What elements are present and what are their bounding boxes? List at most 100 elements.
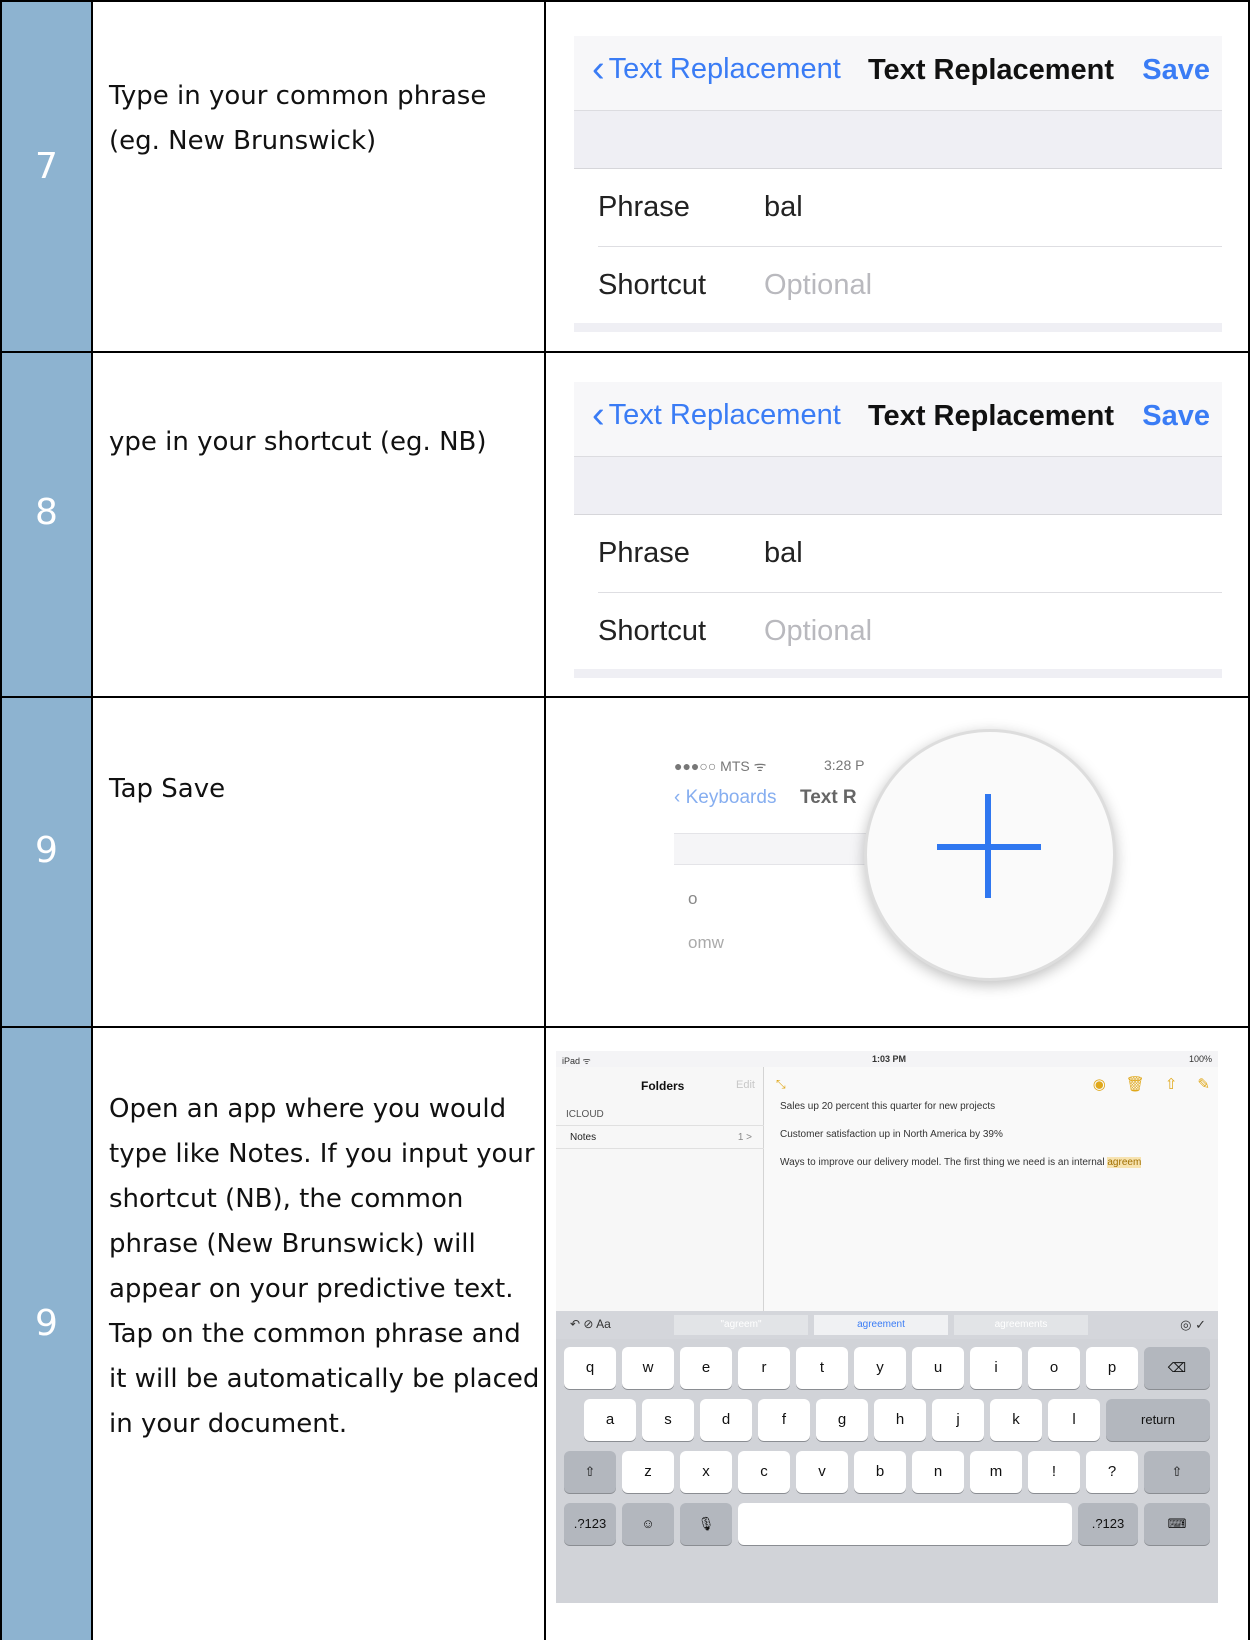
save-button[interactable]: Save xyxy=(1142,400,1210,433)
shift-key[interactable]: ⇧ xyxy=(1144,1451,1210,1493)
numbers-key[interactable]: .?123 xyxy=(1078,1503,1138,1545)
key[interactable]: ! xyxy=(1028,1451,1080,1493)
note-line: Ways to improve our delivery model. The … xyxy=(780,1157,1142,1168)
section-gap xyxy=(574,456,1222,514)
ipad-notes-screen: iPad ᯤ 1:03 PM 100% Folders Edit ICLOUD … xyxy=(556,1051,1218,1603)
add-people-icon[interactable]: ◉ xyxy=(1093,1075,1106,1093)
note-editor[interactable]: ⤡ ◉ 🗑 ⇧ ✎ Sales up 20 percent this quart… xyxy=(764,1067,1218,1311)
delete-key[interactable]: ⌫ xyxy=(1144,1347,1210,1389)
trash-icon[interactable]: 🗑 xyxy=(1126,1075,1145,1093)
phrase-row[interactable]: Phrase bal xyxy=(574,169,1222,246)
shortcut-row[interactable]: Shortcut Optional xyxy=(598,592,1222,669)
section-footer xyxy=(574,669,1222,678)
status-device: iPad ᯤ xyxy=(562,1056,591,1066)
key[interactable]: n xyxy=(912,1451,964,1493)
edit-button[interactable]: Edit xyxy=(736,1079,755,1091)
phrase-label: Phrase xyxy=(598,537,690,569)
back-label: Text Replacement xyxy=(608,398,841,431)
key[interactable]: m xyxy=(970,1451,1022,1493)
key[interactable]: a xyxy=(584,1399,636,1441)
table-row: 7 Type in your common phrase (eg. New Br… xyxy=(0,0,1250,352)
camera-icon[interactable]: ◎ ✓ xyxy=(1180,1317,1206,1333)
key[interactable]: g xyxy=(816,1399,868,1441)
share-icon[interactable]: ⇧ xyxy=(1165,1075,1178,1093)
screenshot-cell: ●●●○○ MTS ᯤ 3:28 P ‹ Keyboards Text R o … xyxy=(546,697,1250,1027)
key[interactable]: ? xyxy=(1086,1451,1138,1493)
sidebar-item-label: Notes xyxy=(570,1132,597,1143)
table-border xyxy=(0,0,1250,2)
return-key[interactable]: return xyxy=(1106,1399,1210,1441)
sidebar-title: Folders xyxy=(641,1079,685,1093)
instruction-cell: Open an app where you would type like No… xyxy=(93,1027,546,1640)
suggestion-item[interactable]: "agreem" xyxy=(674,1315,808,1335)
key[interactable]: b xyxy=(854,1451,906,1493)
collapse-icon[interactable]: ⤡ xyxy=(776,1077,786,1092)
suggestion-item[interactable]: agreement xyxy=(814,1315,948,1335)
instruction-line: ype in your shortcut (eg. NB) xyxy=(109,427,487,457)
instruction-text: Open an app where you would type like No… xyxy=(109,1087,539,1447)
chevron-left-icon: ‹ xyxy=(592,394,605,436)
magnified-screenshot: ●●●○○ MTS ᯤ 3:28 P ‹ Keyboards Text R o … xyxy=(654,729,1116,989)
undo-icon[interactable]: ↶ ⊘ Aa xyxy=(570,1317,611,1331)
screenshot-cell: ‹ Text Replacement Text Replacement Save… xyxy=(546,0,1250,352)
key[interactable]: u xyxy=(912,1347,964,1389)
key[interactable]: k xyxy=(990,1399,1042,1441)
phrase-field[interactable]: bal xyxy=(764,191,803,224)
note-line: Sales up 20 percent this quarter for new… xyxy=(780,1101,996,1112)
key[interactable]: j xyxy=(932,1399,984,1441)
key[interactable]: s xyxy=(642,1399,694,1441)
nav-bar: ‹ Text Replacement Text Replacement Save xyxy=(574,382,1222,456)
folders-sidebar: Folders Edit ICLOUD Notes 1 > xyxy=(556,1067,764,1311)
shortcut-field[interactable]: Optional xyxy=(764,615,872,648)
suggestion-item[interactable]: agreements xyxy=(954,1315,1088,1335)
key[interactable]: l xyxy=(1048,1399,1100,1441)
key[interactable]: c xyxy=(738,1451,790,1493)
compose-icon[interactable]: ✎ xyxy=(1197,1075,1210,1093)
shift-key[interactable]: ⇧ xyxy=(564,1451,616,1493)
back-button[interactable]: ‹ Keyboards xyxy=(674,787,776,809)
shortcut-row[interactable]: Shortcut Optional xyxy=(598,246,1222,323)
key[interactable]: d xyxy=(700,1399,752,1441)
key[interactable]: r xyxy=(738,1347,790,1389)
back-label: Keyboards xyxy=(685,787,777,808)
phrase-row[interactable]: Phrase bal xyxy=(574,515,1222,592)
instruction-text: Type in your common phrase (eg. New Brun… xyxy=(109,74,486,164)
instruction-cell: ype in your shortcut (eg. NB) xyxy=(93,352,546,697)
key[interactable]: v xyxy=(796,1451,848,1493)
shortcut-field[interactable]: Optional xyxy=(764,269,872,302)
space-key[interactable] xyxy=(738,1503,1072,1545)
key[interactable]: e xyxy=(680,1347,732,1389)
save-button[interactable]: Save xyxy=(1142,54,1210,87)
emoji-icon[interactable]: ☺ xyxy=(622,1503,674,1545)
key[interactable]: q xyxy=(564,1347,616,1389)
instruction-line: appear on your predictive text. xyxy=(109,1274,514,1304)
back-button[interactable]: ‹ Text Replacement xyxy=(592,396,841,434)
section-footer xyxy=(574,323,1222,332)
key[interactable]: t xyxy=(796,1347,848,1389)
key[interactable]: z xyxy=(622,1451,674,1493)
key[interactable]: i xyxy=(970,1347,1022,1389)
list-item[interactable]: o xyxy=(688,889,697,909)
key[interactable]: h xyxy=(874,1399,926,1441)
key[interactable]: p xyxy=(1086,1347,1138,1389)
key[interactable]: o xyxy=(1028,1347,1080,1389)
key[interactable]: f xyxy=(758,1399,810,1441)
nav-title: Text R xyxy=(800,787,857,808)
instruction-line: Tap Save xyxy=(109,774,226,804)
list-item[interactable]: omw xyxy=(688,933,724,953)
microphone-icon[interactable]: 🎙 xyxy=(680,1503,732,1545)
key[interactable]: x xyxy=(680,1451,732,1493)
numbers-key[interactable]: .?123 xyxy=(564,1503,616,1545)
instruction-line: Open an app where you would xyxy=(109,1094,507,1124)
step-number: 9 xyxy=(35,1303,58,1344)
note-text: Ways to improve our delivery model. The … xyxy=(780,1157,1108,1168)
key[interactable]: y xyxy=(854,1347,906,1389)
chevron-left-icon: ‹ xyxy=(592,48,605,90)
keyboard-dismiss-icon[interactable]: ⌨ xyxy=(1144,1503,1210,1545)
key[interactable]: w xyxy=(622,1347,674,1389)
phrase-field[interactable]: bal xyxy=(764,537,803,570)
step-number-cell: 7 xyxy=(0,0,93,352)
back-button[interactable]: ‹ Text Replacement xyxy=(592,50,841,88)
instruction-line: (eg. New Brunswick) xyxy=(109,126,377,156)
sidebar-item-notes[interactable]: Notes 1 > xyxy=(556,1125,764,1149)
